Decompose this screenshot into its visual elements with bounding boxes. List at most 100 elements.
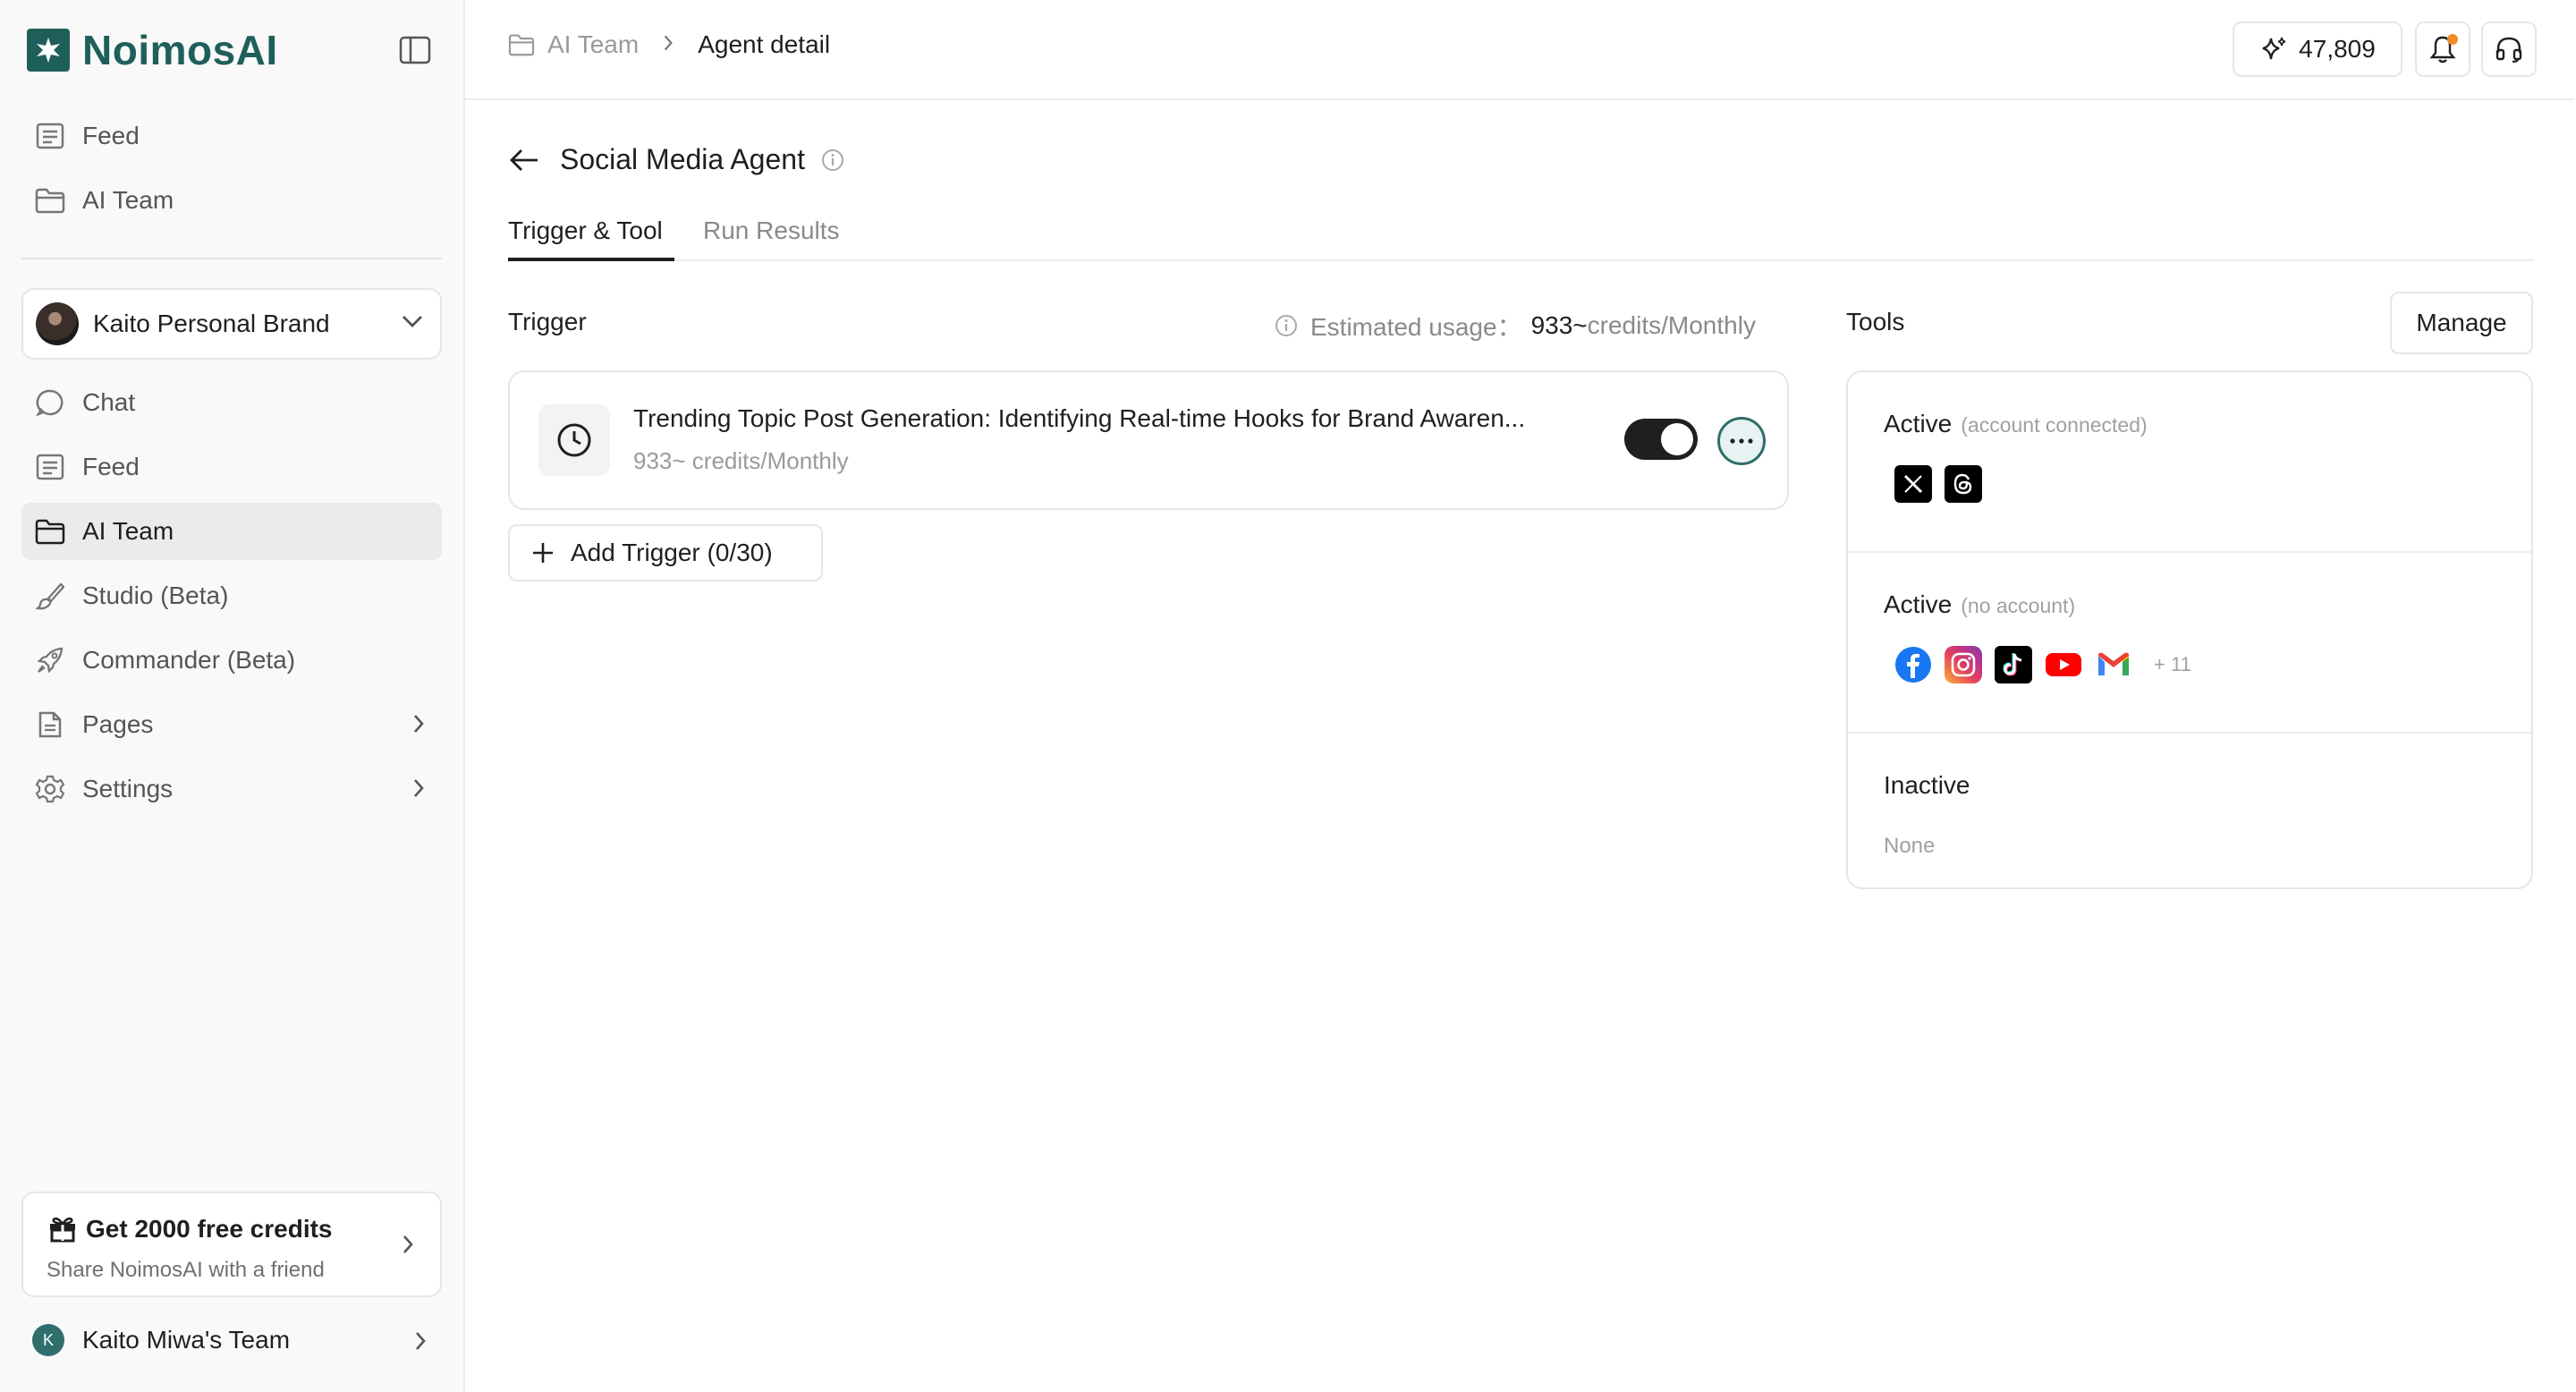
sidebar-item-feed-top[interactable]: Feed [21,107,442,165]
page-header: Social Media Agent [508,143,844,176]
sidebar-item-label: Feed [82,453,140,480]
inactive-none-text: None [1884,834,1936,858]
promo-title-text: Get 2000 free credits [86,1215,333,1243]
folder-icon [508,34,535,56]
tab-bar: Trigger & Tool Run Results [508,211,2533,261]
estimated-usage: Estimated usage： 933~ credits/Monthly [1275,308,1756,344]
sidebar: NoimosAI Feed AI Team Kaito Personal Bra… [0,0,465,1392]
add-trigger-label: Add Trigger (0/30) [571,539,773,566]
youtube-icon[interactable] [2045,646,2082,683]
tool-icon-row: + 11 [1894,646,2191,683]
trigger-title: Trending Topic Post Generation: Identify… [633,404,1526,432]
credits-value: 47,809 [2299,35,2376,63]
folder-icon [34,184,66,216]
sidebar-item-ai-team-top[interactable]: AI Team [21,172,442,229]
support-button[interactable] [2481,21,2537,77]
team-switcher[interactable]: K Kaito Miwa's Team [32,1319,435,1362]
sidebar-item-studio[interactable]: Studio (Beta) [21,567,442,624]
headset-icon [2496,37,2522,64]
trigger-card[interactable]: Trending Topic Post Generation: Identify… [508,370,1789,510]
threads-icon[interactable] [1945,465,1982,503]
sidebar-item-label: Commander (Beta) [82,646,296,674]
tools-card: Active (account connected) Active (no ac… [1846,370,2533,889]
sidebar-divider [21,258,442,259]
brush-icon [34,580,66,612]
notifications-button[interactable] [2415,21,2470,77]
trigger-section-label: Trigger [508,308,587,335]
sidebar-item-label: Pages [82,710,154,738]
gear-icon [34,773,66,805]
trigger-enable-toggle[interactable] [1624,419,1698,460]
trigger-more-button[interactable] [1717,417,1766,465]
chat-bubble-icon [34,386,66,419]
team-name: Kaito Miwa's Team [82,1326,291,1354]
promo-title: Get 2000 free credits [48,1215,333,1243]
brand-avatar [36,302,79,345]
tools-section-label: Tools [1846,308,1905,335]
logo[interactable]: NoimosAI [27,23,438,77]
main-content: AI Team Agent detail 47,809 Social Media… [465,0,2576,1392]
info-icon [1275,315,1297,336]
referral-promo-card[interactable]: Get 2000 free credits Share NoimosAI wit… [21,1192,442,1297]
app-root: NoimosAI Feed AI Team Kaito Personal Bra… [0,0,2576,1392]
manage-tools-button[interactable]: Manage [2390,292,2533,354]
tool-group-hint: (account connected) [1961,413,2148,437]
notification-badge [2447,34,2458,45]
sidebar-item-label: Feed [82,122,140,149]
breadcrumb-agent-detail: Agent detail [698,30,831,58]
credits-button[interactable]: 47,809 [2233,21,2402,77]
usage-unit: credits/Monthly [1587,311,1756,339]
logo-mark-icon [27,29,70,72]
team-avatar: K [32,1324,64,1356]
sidebar-item-label: Settings [82,775,174,802]
breadcrumb: AI Team Agent detail [508,30,830,59]
tool-group-title: Inactive [1884,771,1970,799]
tab-run-results[interactable]: Run Results [703,216,840,245]
instagram-icon[interactable] [1945,646,1982,683]
folder-icon [34,515,66,547]
sidebar-item-chat[interactable]: Chat [21,374,442,431]
sidebar-collapse-icon[interactable] [399,36,431,64]
promo-subtitle: Share NoimosAI with a friend [47,1258,325,1282]
info-icon[interactable] [821,149,844,172]
add-trigger-button[interactable]: Add Trigger (0/30) [508,524,823,581]
active-tab-indicator [508,258,674,261]
rocket-icon [34,644,66,676]
chevron-right-icon [413,1329,428,1357]
sidebar-item-label: Studio (Beta) [82,581,229,609]
breadcrumb-ai-team[interactable]: AI Team [547,30,639,59]
sidebar-item-settings[interactable]: Settings [21,760,442,818]
sidebar-item-ai-team[interactable]: AI Team [21,503,442,560]
chevron-down-icon [401,313,424,334]
tiktok-icon[interactable] [1995,646,2032,683]
tab-trigger-tool[interactable]: Trigger & Tool [508,216,663,245]
tool-group-header: Active (account connected) [1884,410,2148,438]
brand-selector[interactable]: Kaito Personal Brand [21,288,442,360]
usage-label: Estimated usage： [1310,313,1522,341]
sidebar-item-label: Chat [82,388,136,416]
sidebar-item-commander[interactable]: Commander (Beta) [21,632,442,689]
clock-icon [538,404,610,476]
trigger-credits: 933~ credits/Monthly [633,447,849,474]
chevron-right-icon [411,712,426,742]
tool-group-title: Active [1884,410,1953,437]
plus-icon [533,543,553,563]
sparkle-icon [2262,37,2286,60]
brand-selector-label: Kaito Personal Brand [93,310,330,337]
top-bar: AI Team Agent detail 47,809 [465,0,2574,100]
sidebar-item-pages[interactable]: Pages [21,696,442,753]
facebook-icon[interactable] [1894,646,1932,683]
logo-text: NoimosAI [82,27,278,73]
sidebar-item-feed[interactable]: Feed [21,438,442,496]
newspaper-icon [34,120,66,152]
tools-group-no-account: Active (no account) + 11 [1848,553,2531,734]
document-icon [34,709,66,741]
back-arrow-icon[interactable] [508,147,540,174]
more-tools-count[interactable]: + 11 [2154,653,2191,676]
gift-icon [50,1217,75,1243]
chevron-right-icon [401,1233,415,1260]
tool-group-title: Active [1884,590,1953,618]
tool-icon-row [1894,465,1995,503]
gmail-icon[interactable] [2095,646,2132,683]
x-icon[interactable] [1894,465,1932,503]
